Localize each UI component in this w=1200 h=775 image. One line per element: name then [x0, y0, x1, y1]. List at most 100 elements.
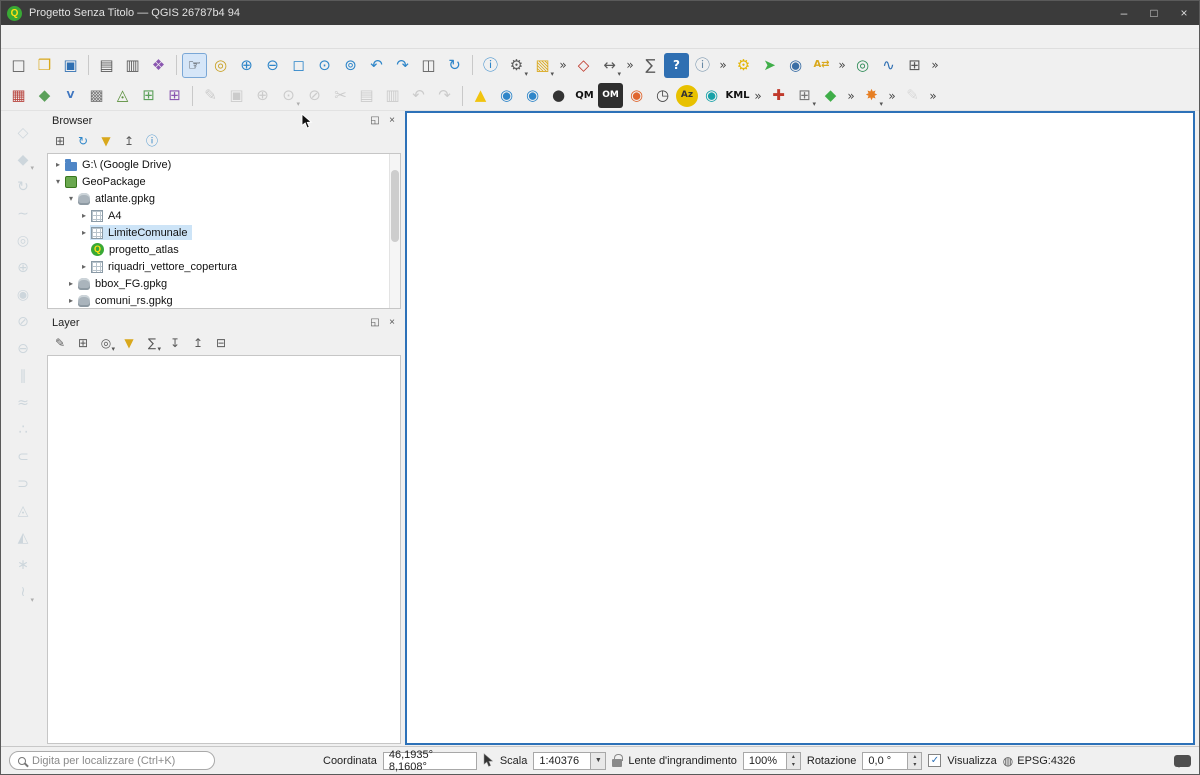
add-raster-layer-button[interactable]: ▩ — [84, 83, 109, 108]
tree-expander-icon[interactable]: ▾ — [65, 194, 77, 203]
new-print-layout-button[interactable]: ▤ — [94, 53, 119, 78]
menu-guida[interactable] — [213, 34, 229, 40]
copy-move-feature-tool-button[interactable]: ◆ ▾ — [11, 148, 35, 172]
teal-circle-plugin-button[interactable]: ◉ — [699, 83, 724, 108]
browser-scrollbar[interactable] — [389, 154, 400, 308]
blue-circle-plugin-1-button[interactable]: ◉ — [494, 83, 519, 108]
menu-database[interactable] — [133, 34, 149, 40]
measure-overflow-button[interactable]: » — [623, 53, 637, 78]
menu-plugins[interactable] — [85, 34, 101, 40]
undo-button[interactable]: ↶ — [406, 83, 431, 108]
new-map-view-button[interactable]: ◫ — [416, 53, 441, 78]
profile-chart-button[interactable]: ∿ — [876, 53, 901, 78]
menu-web[interactable] — [149, 34, 165, 40]
map-canvas[interactable] — [405, 111, 1195, 745]
help-contents-button[interactable]: ? — [664, 52, 689, 78]
rotate-point-symbols-tool-button[interactable]: ◭ — [11, 526, 35, 550]
identify-features-button[interactable]: ⓘ — [478, 53, 503, 78]
tree-expander-icon[interactable]: ▸ — [65, 296, 77, 305]
filter-by-expression-button[interactable]: ∑ ▾ — [142, 333, 162, 353]
offset-curve-tool-button[interactable]: ∥ — [11, 364, 35, 388]
plugins-overflow-1-button[interactable]: » — [835, 53, 849, 78]
locator-search-input[interactable] — [32, 754, 206, 767]
grid-plugin-button[interactable]: ⊞ ▾ — [792, 83, 817, 109]
copy-features-button[interactable]: ▤ — [354, 83, 379, 108]
zoom-last-button[interactable]: ↶ — [364, 53, 389, 78]
quickmapservices-button[interactable]: QM — [572, 83, 597, 108]
zoom-to-selection-button[interactable]: ⊙ — [312, 53, 337, 78]
browser-item-comuni-rs-gpkg[interactable]: ▸ comuni_rs.gpkg — [48, 292, 400, 308]
rotate-feature-tool-button[interactable]: ↻ — [11, 175, 35, 199]
menu-impostazioni[interactable] — [69, 34, 85, 40]
pan-to-selection-button[interactable]: ◎ — [208, 53, 233, 78]
close-button[interactable]: × — [1169, 1, 1199, 25]
split-parts-tool-button[interactable]: ∴ — [11, 418, 35, 442]
messages-balloon-icon[interactable] — [1174, 754, 1191, 768]
om-plugin-button[interactable]: OM — [598, 83, 623, 108]
select-features-button[interactable]: ▧ ▾ — [530, 53, 555, 78]
offset-point-symbol-tool-button[interactable]: ∗ — [11, 553, 35, 577]
plugins-overflow-3-button[interactable]: » — [844, 83, 858, 108]
maximize-button[interactable]: □ — [1139, 1, 1169, 25]
new-geopackage-layer-button[interactable]: ⊞ — [136, 83, 161, 108]
menu-mesh[interactable] — [165, 34, 181, 40]
orange-pin-plugin-button[interactable]: ◉ — [624, 83, 649, 108]
browser-item-geopackage[interactable]: ▾ GeoPackage — [48, 173, 400, 190]
delete-selected-button[interactable]: ⊘ — [302, 83, 327, 108]
toolbar1-overflow-button[interactable]: » — [928, 53, 942, 78]
delete-ring-tool-button[interactable]: ⊘ — [11, 310, 35, 334]
disabled-pencil-plugin-button[interactable]: ✎ — [900, 83, 925, 108]
lock-scale-icon[interactable] — [612, 753, 623, 767]
crs-status-button[interactable]: ◍ EPSG:4326 — [1003, 754, 1076, 768]
tree-expander-icon[interactable]: ▸ — [78, 262, 90, 271]
minimize-button[interactable]: – — [1109, 1, 1139, 25]
save-project-button[interactable]: ▣ — [58, 53, 83, 78]
tree-expander-icon[interactable]: ▸ — [78, 211, 90, 220]
add-vector-layer-button[interactable]: V — [58, 83, 83, 108]
zoom-in-button[interactable]: ⊕ — [234, 53, 259, 78]
layers-float-button[interactable]: ◱ — [368, 316, 382, 330]
share-export-button[interactable]: ➤ — [757, 53, 782, 78]
tree-expander-icon[interactable]: ▾ — [52, 177, 64, 186]
menu-modifica[interactable] — [21, 34, 37, 40]
merge-features-tool-button[interactable]: ⊃ — [11, 472, 35, 496]
trim-extend-tool-button[interactable]: ≀ ▾ — [11, 580, 35, 604]
add-geopackage-layer-button[interactable]: ◆ — [32, 83, 57, 108]
new-project-button[interactable]: □ — [6, 53, 31, 78]
search-plugin-button[interactable]: ◎ — [850, 53, 875, 78]
browser-item-bbox-fg-gpkg[interactable]: ▸ bbox_FG.gpkg — [48, 275, 400, 292]
dark-binoculars-plugin-button[interactable]: ● — [546, 83, 571, 108]
toggle-editing-button[interactable]: ✎ — [198, 83, 223, 108]
browser-scrollbar-thumb[interactable] — [391, 170, 399, 242]
collapse-all-button[interactable]: ↥ — [119, 131, 139, 151]
menu-vettore[interactable] — [101, 34, 117, 40]
zoom-full-button[interactable]: ◻ — [286, 53, 311, 78]
plugins-overflow-4-button[interactable]: » — [885, 83, 899, 108]
deselect-features-button[interactable]: ◇ — [571, 53, 596, 78]
manage-map-themes-button[interactable]: ◎ ▾ — [96, 333, 116, 353]
paste-features-button[interactable]: ▥ — [380, 83, 405, 108]
rotation-value-box[interactable]: 0,0 ° — [862, 751, 909, 770]
menu-progetto[interactable] — [5, 34, 21, 40]
menu-raster[interactable] — [117, 34, 133, 40]
delete-part-tool-button[interactable]: ⊖ — [11, 337, 35, 361]
zoom-to-layers-button[interactable]: ⊚ — [338, 53, 363, 78]
pan-map-button[interactable]: ☞ — [182, 52, 207, 78]
red-plugin-button[interactable]: ✚ — [766, 83, 791, 108]
reshape-features-tool-button[interactable]: ≈ — [11, 391, 35, 415]
tree-expander-icon[interactable]: ▸ — [78, 228, 90, 237]
magnifier-spin-down[interactable]: ▾ — [786, 760, 800, 769]
tree-expander-icon[interactable]: ▸ — [52, 160, 64, 169]
collapse-all-layers-button[interactable]: ↥ — [188, 333, 208, 353]
browser-item-atlante-gpkg[interactable]: ▾ atlante.gpkg — [48, 190, 400, 207]
scale-dropdown-arrow[interactable]: ▼ — [591, 751, 607, 770]
menu-visualizza[interactable] — [37, 34, 53, 40]
add-feature-button[interactable]: ⊕ — [250, 83, 275, 108]
browser-item-gdrive[interactable]: ▸ G:\ (Google Drive) — [48, 156, 400, 173]
browser-item-riquadri-vettore-copertura[interactable]: ▸ riquadri_vettore_copertura — [48, 258, 400, 275]
browser-item-progetto-atlas[interactable]: Q progetto_atlas — [48, 241, 400, 258]
statistical-summary-button[interactable]: ∑ — [638, 53, 663, 78]
run-feature-action-button[interactable]: ⚙ ▾ — [504, 53, 529, 78]
menu-processing[interactable] — [197, 34, 213, 40]
expand-all-button[interactable]: ↧ — [165, 333, 185, 353]
